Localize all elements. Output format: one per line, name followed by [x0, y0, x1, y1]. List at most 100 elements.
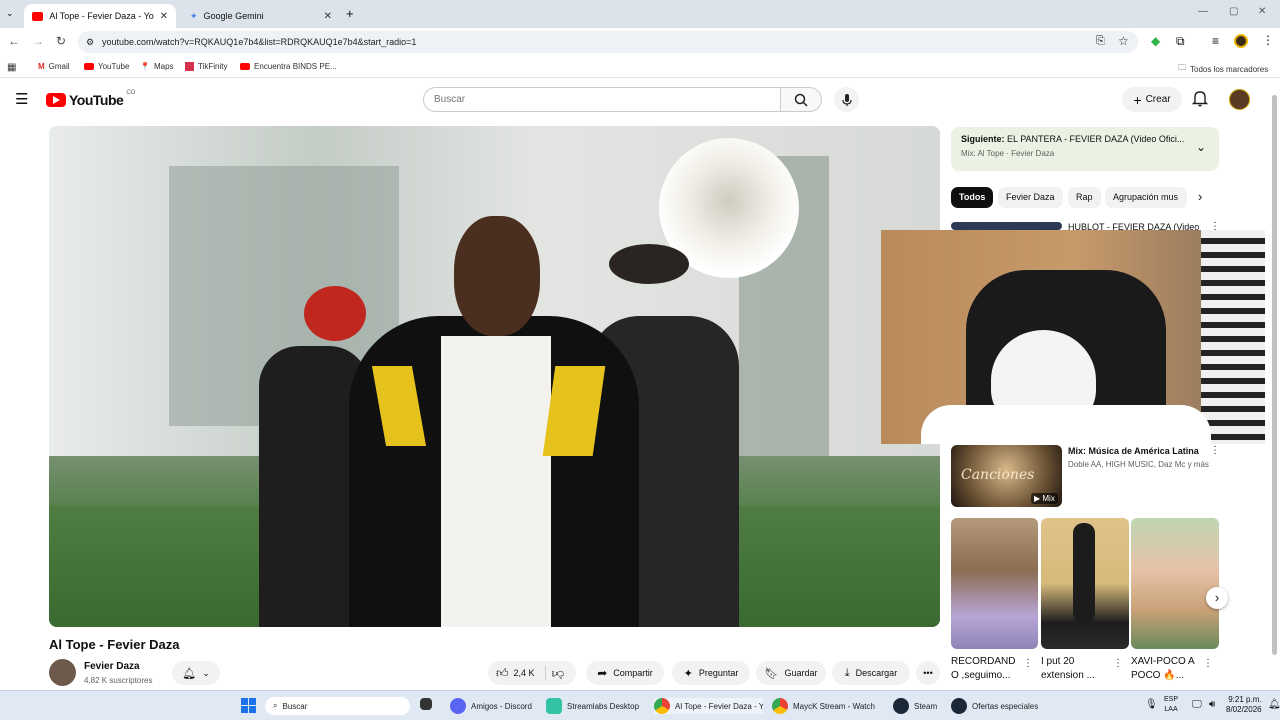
windows-start-icon[interactable] [241, 698, 256, 713]
back-icon[interactable]: ← [8, 34, 20, 48]
search-icon [794, 93, 808, 107]
minimize-icon[interactable]: — [1198, 6, 1208, 17]
bookmark-tikfinity[interactable]: TikFinity [185, 62, 227, 71]
page-scrollbar[interactable] [1272, 95, 1277, 655]
taskbar-app-chrome-stream[interactable]: MaycK Stream - Watch [772, 698, 875, 714]
hamburger-menu-icon[interactable]: ☰ [15, 90, 28, 108]
apps-grid-icon[interactable]: ▦ [7, 62, 16, 73]
shorts-next-chevron-icon[interactable]: › [1206, 587, 1228, 609]
mix-play-icon: ▶ [1034, 494, 1041, 503]
bookmark-star-icon[interactable]: ☆ [1118, 34, 1129, 48]
all-bookmarks[interactable]: 🗀 Todos los marcadores [1178, 62, 1268, 76]
youtube-logo-text: YouTube [69, 92, 124, 108]
volume-icon[interactable]: 🔊︎ [1209, 699, 1215, 710]
media-control-icon[interactable]: ≡ [1212, 34, 1219, 48]
reload-icon[interactable]: ↻ [56, 34, 66, 48]
mix-thumbnail-text: Canciones [961, 467, 1035, 483]
cowboy-hat [609, 244, 689, 284]
channel-avatar[interactable] [49, 659, 76, 686]
share-button[interactable]: ➦ Compartir [586, 661, 664, 685]
youtube-icon [84, 63, 94, 70]
tab-gemini[interactable]: ✦ Google Gemini ✕ [182, 4, 340, 28]
user-avatar[interactable] [1229, 89, 1250, 110]
channel-name[interactable]: Fevier Daza [84, 661, 140, 672]
chevron-down-icon: ⌄ [202, 667, 210, 678]
more-actions-button[interactable]: ••• [916, 661, 940, 685]
maximize-icon[interactable]: ▢ [1229, 6, 1238, 17]
short-thumbnail-1[interactable] [951, 518, 1038, 649]
close-tab-icon[interactable]: ✕ [160, 11, 168, 22]
network-icon[interactable]: 🖵 [1192, 699, 1202, 710]
chip-all[interactable]: Todos [951, 187, 994, 208]
taskbar-app-discord[interactable]: Amigos - Discord [450, 698, 532, 714]
microphone-tray-icon[interactable]: 🎙︎ [1145, 699, 1158, 710]
language-indicator[interactable]: ESP LAA [1164, 695, 1178, 715]
chrome-icon [772, 698, 788, 714]
youtube-favicon-icon [32, 11, 44, 21]
up-next-label: Siguiente: [961, 134, 1005, 144]
bookmark-binds[interactable]: Encuentra BINDS PE... [240, 62, 337, 71]
address-bar-row: ← → ↻ ⚙ youtube.com/watch?v=RQKAUQ1e7b4&… [0, 28, 1280, 56]
extensions-puzzle-icon[interactable]: ⧉ [1176, 34, 1185, 49]
youtube-logo[interactable]: YouTube CO [46, 90, 135, 108]
video-player[interactable] [49, 126, 940, 627]
short-thumbnail-3[interactable] [1131, 518, 1219, 649]
tab-youtube[interactable]: Al Tope - Fevier Daza - YouTube ✕ [24, 4, 176, 28]
dislike-button[interactable]: 👍︎ [552, 666, 565, 681]
chip-rap[interactable]: Rap [1068, 187, 1101, 208]
subscription-notifications-button[interactable]: 🔔︎ ⌄ [172, 661, 220, 685]
taskbar-app-steam-offers[interactable]: Ofertas especiales [951, 698, 1038, 714]
profile-avatar-icon[interactable] [1234, 34, 1248, 48]
taskbar-search[interactable]: ⌕ Buscar [265, 697, 410, 715]
ask-button[interactable]: ✦ Preguntar [672, 661, 750, 685]
taskbar-app-steam[interactable]: Steam [893, 698, 937, 714]
mix-title[interactable]: Mix: Música de América Latina [1068, 446, 1199, 456]
create-button[interactable]: + Crear [1122, 87, 1182, 112]
related-video-thumbnail[interactable] [951, 222, 1062, 230]
search-button[interactable] [780, 87, 822, 112]
browser-menu-icon[interactable]: ⋮ [1262, 33, 1274, 47]
clock[interactable]: 9:21 p.m. 8/02/2026 [1226, 695, 1262, 715]
taskbar-app-chrome-youtube[interactable]: Al Tope - Fevier Daza - Y [654, 698, 763, 714]
url-field[interactable]: ⚙ youtube.com/watch?v=RQKAUQ1e7b4&list=R… [78, 31, 1138, 53]
close-tab-icon[interactable]: ✕ [324, 11, 332, 22]
download-button[interactable]: ⤓ Descargar [832, 661, 910, 685]
up-next-title: EL PANTERA - FEVIER DAZA (Video Ofici... [1007, 134, 1185, 144]
short-title-2[interactable]: I put 20 extension ... [1041, 655, 1111, 683]
divider [544, 666, 546, 680]
more-vertical-icon[interactable]: ⋮ [1113, 658, 1123, 669]
bookmark-gmail[interactable]: M Gmail [38, 62, 70, 71]
search-input[interactable]: Buscar [423, 87, 781, 112]
folder-icon: 🗀 [1178, 63, 1186, 72]
share-arrow-icon: ➦ [597, 666, 608, 680]
chip-agrupacion[interactable]: Agrupación mus [1105, 187, 1187, 208]
task-view-icon[interactable] [420, 698, 432, 710]
mix-thumbnail[interactable]: Canciones ▶ Mix [951, 445, 1062, 507]
bookmark-youtube[interactable]: YouTube [84, 62, 129, 71]
close-window-icon[interactable]: ✕ [1258, 6, 1266, 17]
camera-lens-stack [1073, 523, 1095, 623]
short-thumbnail-2[interactable] [1041, 518, 1129, 649]
site-info-icon[interactable]: ⚙ [86, 31, 94, 53]
chevron-right-icon[interactable]: › [1198, 189, 1202, 204]
forward-icon[interactable]: → [32, 34, 44, 48]
new-tab-icon[interactable]: + [346, 6, 354, 21]
taskbar-app-streamlabs[interactable]: Streamlabs Desktop [546, 698, 639, 714]
install-app-icon[interactable]: ⎘ [1096, 35, 1105, 48]
short-title-3[interactable]: XAVI-POCO A POCO 🔥... [1131, 655, 1201, 683]
notifications-bell-icon[interactable] [1191, 90, 1209, 112]
extension-icon[interactable]: ◆ [1151, 34, 1160, 48]
up-next-card[interactable]: Siguiente: EL PANTERA - FEVIER DAZA (Vid… [951, 127, 1219, 171]
save-button[interactable]: 🔖︎ Guardar [756, 661, 826, 685]
chip-fevier-daza[interactable]: Fevier Daza [998, 187, 1063, 208]
chevron-down-icon[interactable]: ⌄ [1196, 140, 1206, 154]
short-title-1[interactable]: RECORDAND O ,seguimo... [951, 655, 1021, 683]
more-vertical-icon[interactable]: ⋮ [1203, 658, 1213, 669]
bookmark-maps[interactable]: 📍 Maps [140, 62, 174, 71]
tab-search-dropdown-icon[interactable]: ⌄ [6, 8, 14, 19]
more-vertical-icon[interactable]: ⋮ [1210, 445, 1220, 456]
more-vertical-icon[interactable]: ⋮ [1023, 658, 1033, 669]
notification-center-icon[interactable]: 🔔︎ [1268, 699, 1280, 710]
voice-search-button[interactable] [834, 87, 859, 112]
like-button[interactable]: 👍︎ 2,4 K [496, 666, 535, 681]
